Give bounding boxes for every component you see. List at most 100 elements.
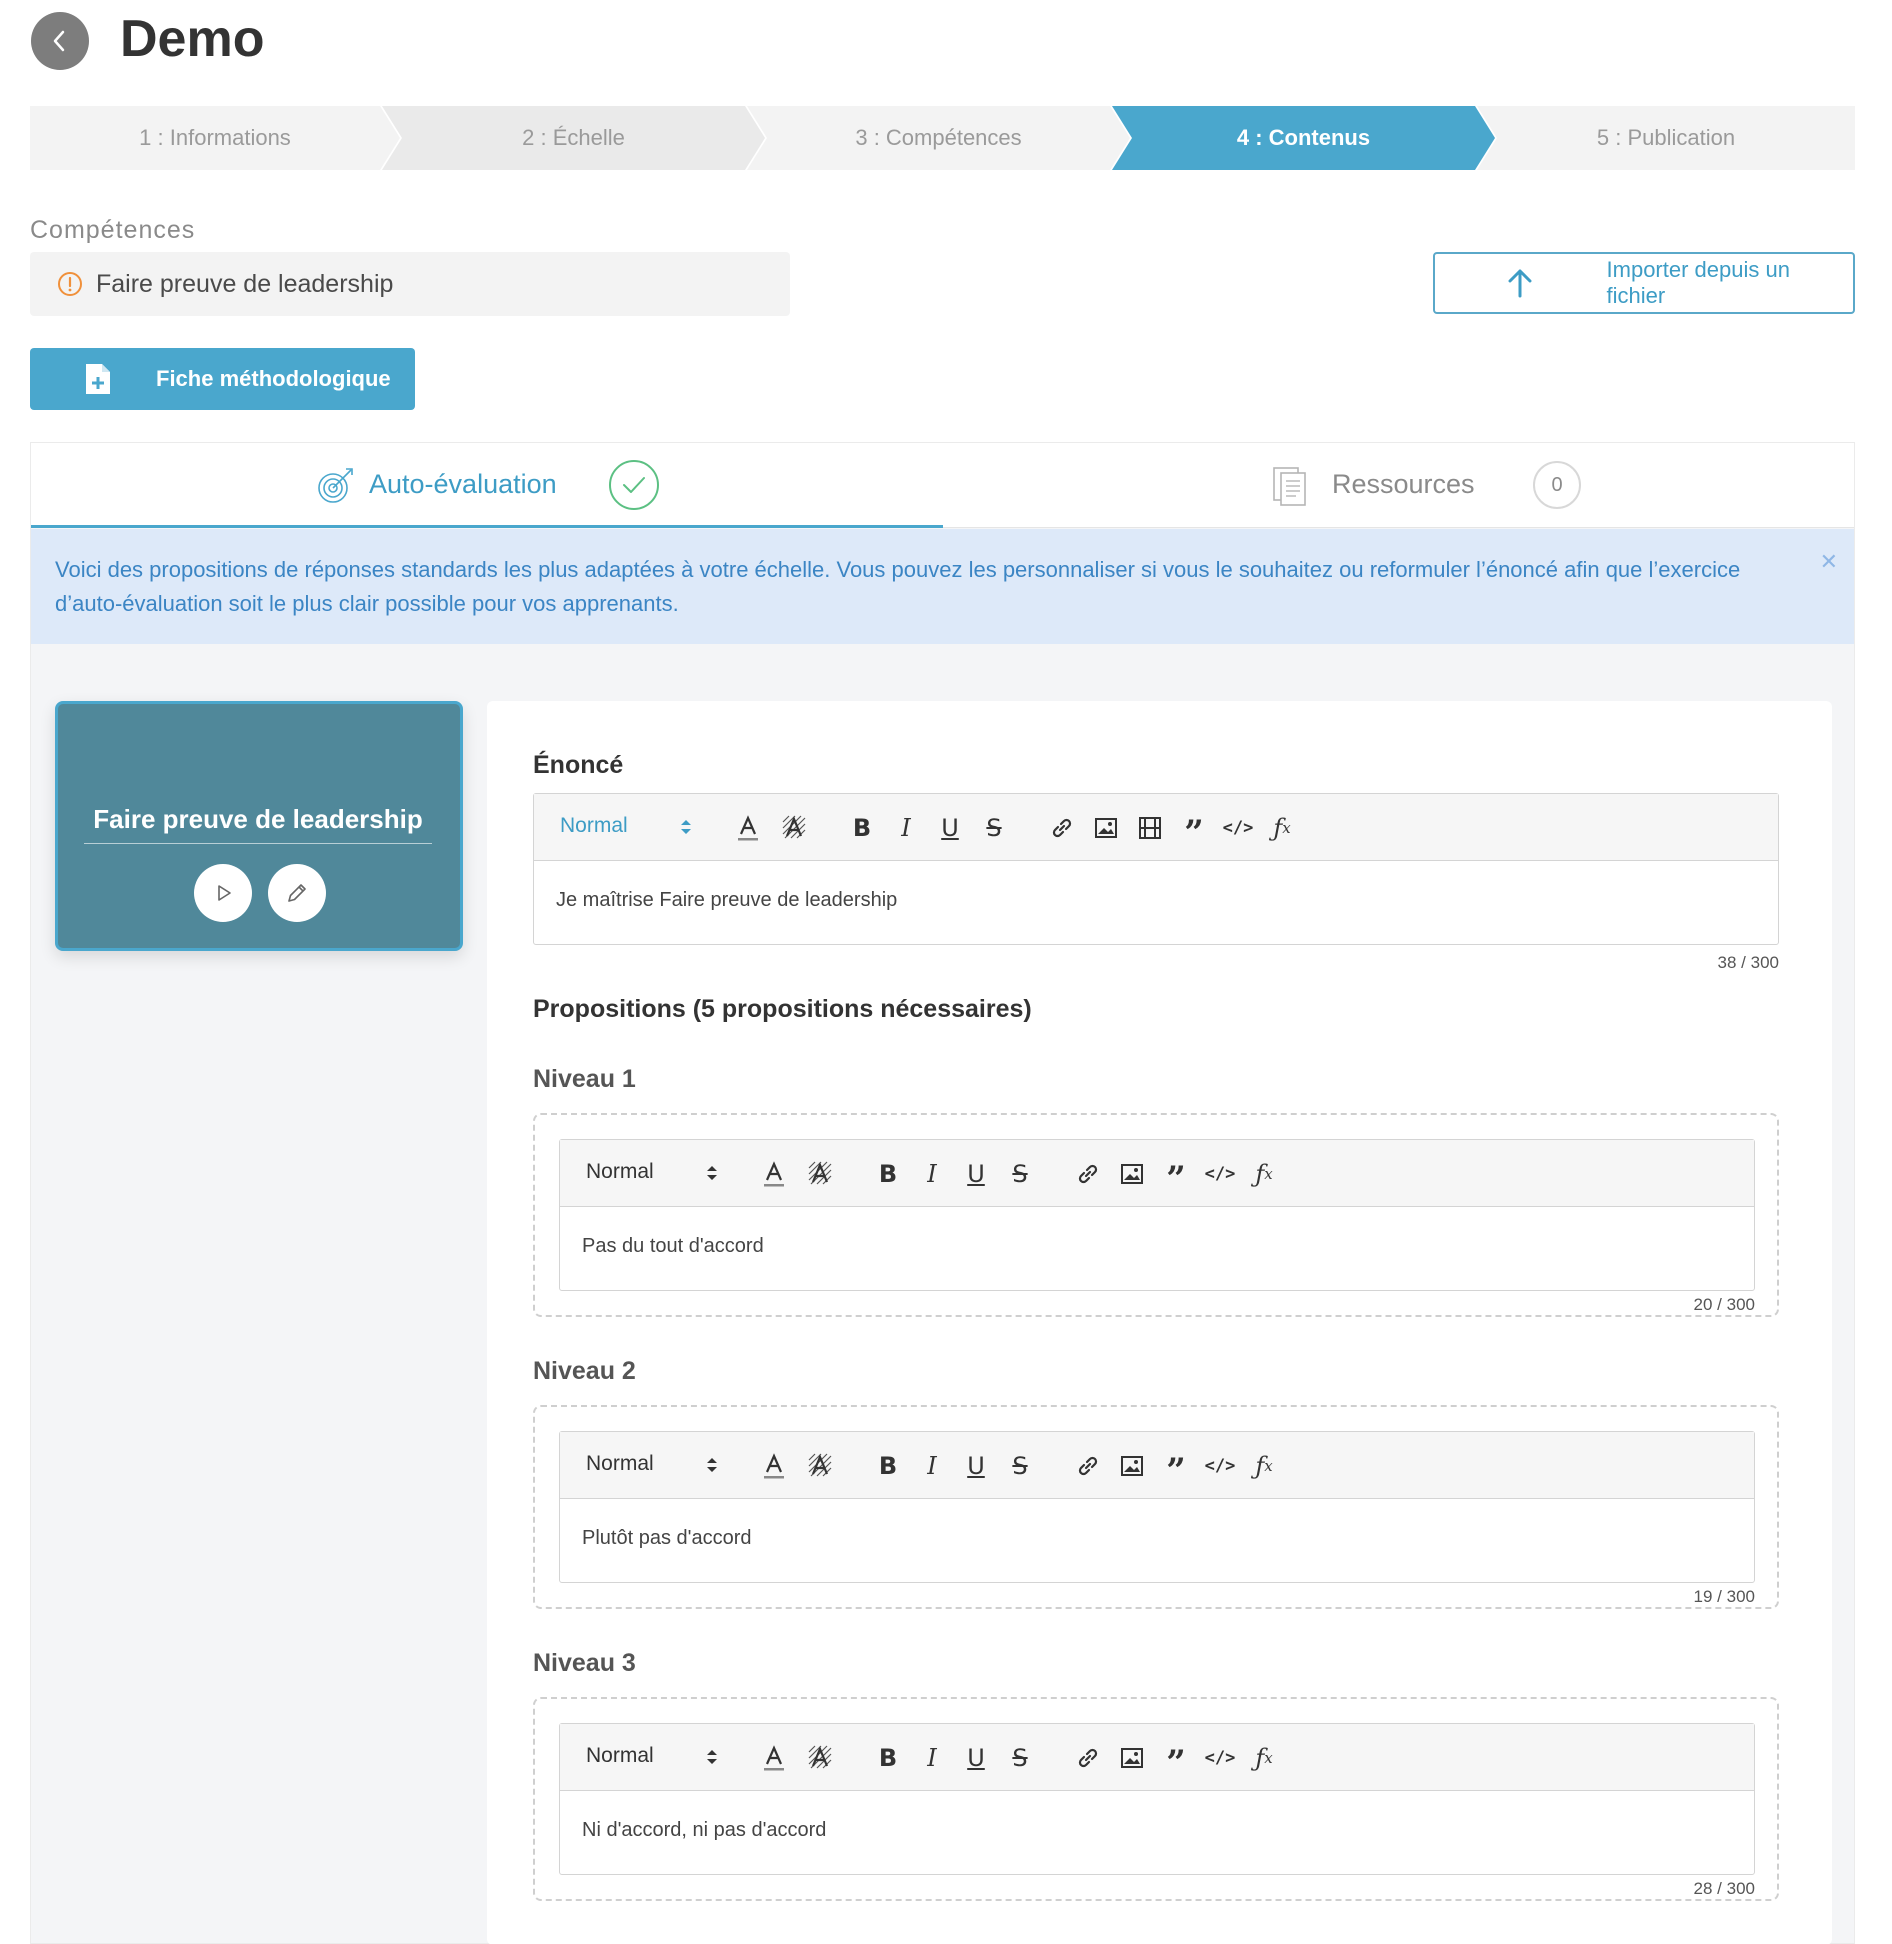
tab-auto-evaluation[interactable]: Auto-évaluation bbox=[31, 443, 943, 528]
enonce-label: Énoncé bbox=[533, 751, 624, 779]
step-contenus[interactable]: 4 : Contenus bbox=[1112, 106, 1495, 170]
page-title: Demo bbox=[120, 10, 265, 68]
link-icon[interactable] bbox=[1074, 1160, 1102, 1188]
image-icon[interactable] bbox=[1092, 814, 1120, 842]
proposition-block: Normal B I U S ” </> ƒx Plutôt pas d'acc… bbox=[533, 1405, 1779, 1609]
strikethrough-icon[interactable]: S bbox=[1006, 1744, 1034, 1772]
format-select-arrow-icon[interactable] bbox=[706, 1162, 718, 1189]
link-icon[interactable] bbox=[1074, 1452, 1102, 1480]
play-icon bbox=[218, 885, 231, 901]
import-file-button[interactable]: Importer depuis un fichier bbox=[1433, 252, 1855, 314]
step-publication[interactable]: 5 : Publication bbox=[1477, 106, 1855, 170]
quote-icon[interactable]: ” bbox=[1162, 1743, 1190, 1783]
competence-selector[interactable]: Faire preuve de leadership bbox=[30, 252, 790, 316]
strikethrough-icon[interactable]: S bbox=[1006, 1160, 1034, 1188]
proposition-toolbar: Normal B I U S ” </> ƒx bbox=[560, 1140, 1754, 1207]
import-file-label: Importer depuis un fichier bbox=[1606, 257, 1790, 308]
text-color-icon[interactable] bbox=[760, 1452, 788, 1480]
image-icon[interactable] bbox=[1118, 1160, 1146, 1188]
italic-icon[interactable]: I bbox=[918, 1744, 946, 1772]
target-icon bbox=[316, 465, 356, 512]
competence-card[interactable]: Faire preuve de leadership bbox=[55, 701, 463, 951]
bold-icon[interactable]: B bbox=[874, 1744, 902, 1772]
format-select[interactable]: Normal bbox=[560, 814, 628, 838]
proposition-content[interactable]: Plutôt pas d'accord bbox=[560, 1499, 1754, 1578]
step-informations[interactable]: 1 : Informations bbox=[30, 106, 400, 170]
formula-icon[interactable]: ƒx bbox=[1250, 1452, 1278, 1480]
back-button[interactable] bbox=[31, 12, 89, 70]
bold-icon[interactable]: B bbox=[848, 814, 876, 842]
enonce-content[interactable]: Je maîtrise Faire preuve de leadership bbox=[534, 861, 1778, 940]
text-color-icon[interactable] bbox=[760, 1160, 788, 1188]
text-color-icon[interactable] bbox=[760, 1744, 788, 1772]
stepper: 1 : Informations 2 : Échelle 3 : Compéte… bbox=[30, 106, 1855, 170]
proposition-block: Normal B I U S ” </> ƒx Ni d'accord, ni … bbox=[533, 1697, 1779, 1901]
tabs-bar: Auto-évaluation Ressources 0 bbox=[31, 443, 1854, 528]
proposition-content[interactable]: Pas du tout d'accord bbox=[560, 1207, 1754, 1286]
proposition-toolbar: Normal B I U S ” </> ƒx bbox=[560, 1724, 1754, 1791]
bold-icon[interactable]: B bbox=[874, 1452, 902, 1480]
strikethrough-icon[interactable]: S bbox=[980, 814, 1008, 842]
edit-button[interactable] bbox=[268, 864, 326, 922]
formula-icon[interactable]: ƒx bbox=[1250, 1744, 1278, 1772]
competence-card-title: Faire preuve de leadership bbox=[84, 804, 432, 844]
step-competences[interactable]: 3 : Compétences bbox=[747, 106, 1130, 170]
close-icon[interactable]: ✕ bbox=[1820, 545, 1838, 579]
proposition-editor: Normal B I U S ” </> ƒx Pas du tout d'ac… bbox=[559, 1139, 1755, 1291]
step-echelle[interactable]: 2 : Échelle bbox=[382, 106, 765, 170]
format-select[interactable]: Normal bbox=[586, 1744, 654, 1768]
quote-icon[interactable]: ” bbox=[1180, 813, 1208, 853]
format-select[interactable]: Normal bbox=[586, 1452, 654, 1476]
italic-icon[interactable]: I bbox=[892, 814, 920, 842]
video-icon[interactable] bbox=[1136, 814, 1164, 842]
quote-icon[interactable]: ” bbox=[1162, 1451, 1190, 1491]
quote-icon[interactable]: ” bbox=[1162, 1159, 1190, 1199]
background-color-icon[interactable] bbox=[780, 814, 808, 842]
documents-icon bbox=[1271, 465, 1309, 514]
format-select-arrow-icon[interactable] bbox=[706, 1454, 718, 1481]
enonce-char-counter: 38 / 300 bbox=[1717, 953, 1779, 972]
chevron-left-icon bbox=[53, 30, 65, 52]
fiche-methodologique-button[interactable]: Fiche méthodologique bbox=[30, 348, 415, 410]
proposition-editor: Normal B I U S ” </> ƒx Ni d'accord, ni … bbox=[559, 1723, 1755, 1875]
link-icon[interactable] bbox=[1048, 814, 1076, 842]
underline-icon[interactable]: U bbox=[962, 1452, 990, 1480]
background-color-icon[interactable] bbox=[806, 1160, 834, 1188]
code-icon[interactable]: </> bbox=[1205, 1452, 1236, 1480]
formula-icon[interactable]: ƒx bbox=[1250, 1160, 1278, 1188]
code-icon[interactable]: </> bbox=[1205, 1744, 1236, 1772]
niveau-label: Niveau 3 bbox=[533, 1649, 636, 1677]
format-select[interactable]: Normal bbox=[586, 1160, 654, 1184]
proposition-content[interactable]: Ni d'accord, ni pas d'accord bbox=[560, 1791, 1754, 1870]
tab-ressources[interactable]: Ressources 0 bbox=[943, 443, 1854, 528]
code-icon[interactable]: </> bbox=[1223, 814, 1254, 842]
format-select-arrow-icon[interactable] bbox=[680, 816, 692, 843]
background-color-icon[interactable] bbox=[806, 1452, 834, 1480]
background-color-icon[interactable] bbox=[806, 1744, 834, 1772]
italic-icon[interactable]: I bbox=[918, 1452, 946, 1480]
bold-icon[interactable]: B bbox=[874, 1160, 902, 1188]
niveau-label: Niveau 1 bbox=[533, 1065, 636, 1093]
enonce-toolbar: Normal B I U S ” </> ƒx bbox=[534, 794, 1778, 861]
format-select-arrow-icon[interactable] bbox=[706, 1746, 718, 1773]
image-icon[interactable] bbox=[1118, 1452, 1146, 1480]
underline-icon[interactable]: U bbox=[962, 1744, 990, 1772]
play-button[interactable] bbox=[194, 864, 252, 922]
niveau-label: Niveau 2 bbox=[533, 1357, 636, 1385]
italic-icon[interactable]: I bbox=[918, 1160, 946, 1188]
underline-icon[interactable]: U bbox=[962, 1160, 990, 1188]
code-icon[interactable]: </> bbox=[1205, 1160, 1236, 1188]
warning-icon bbox=[56, 270, 84, 298]
add-file-icon bbox=[84, 362, 114, 396]
competences-label: Compétences bbox=[30, 216, 196, 244]
strikethrough-icon[interactable]: S bbox=[1006, 1452, 1034, 1480]
underline-icon[interactable]: U bbox=[936, 814, 964, 842]
arrow-up-icon bbox=[1485, 267, 1555, 299]
proposition-char-counter: 28 / 300 bbox=[1693, 1879, 1755, 1898]
text-color-icon[interactable] bbox=[734, 814, 762, 842]
image-icon[interactable] bbox=[1118, 1744, 1146, 1772]
link-icon[interactable] bbox=[1074, 1744, 1102, 1772]
proposition-char-counter: 19 / 300 bbox=[1693, 1587, 1755, 1606]
formula-icon[interactable]: ƒx bbox=[1268, 814, 1296, 842]
proposition-toolbar: Normal B I U S ” </> ƒx bbox=[560, 1432, 1754, 1499]
